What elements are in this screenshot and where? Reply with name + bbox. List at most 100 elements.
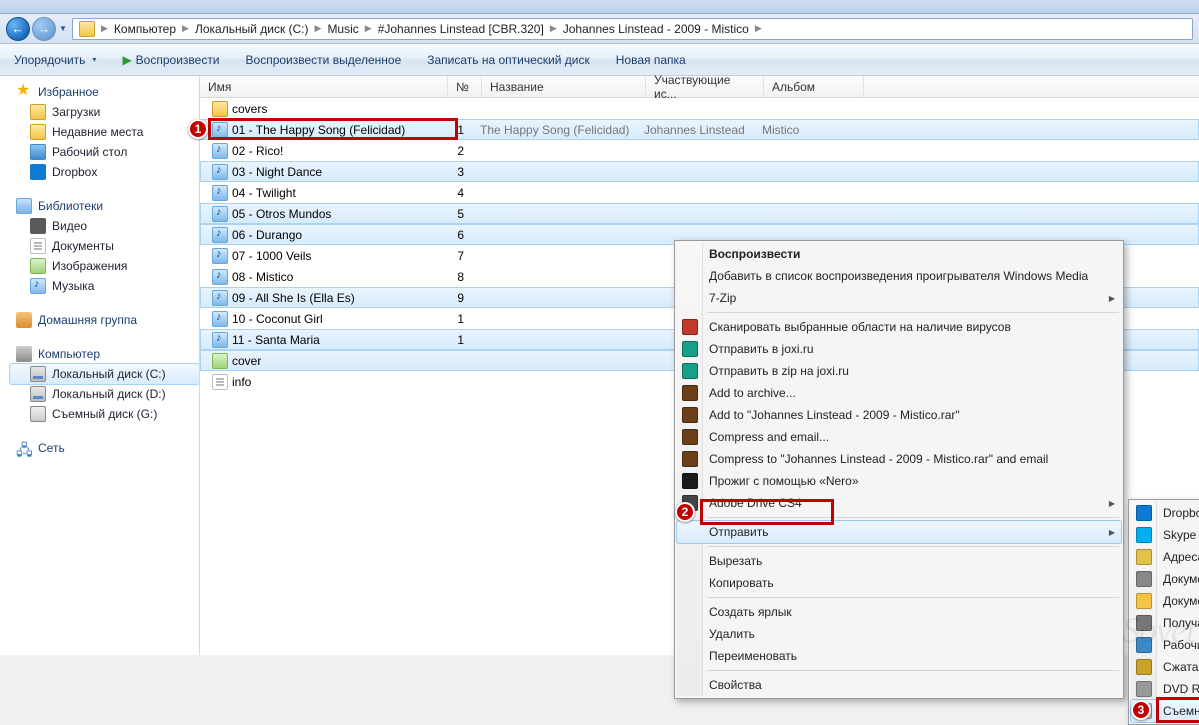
nav-dropbox[interactable]: Dropbox [10, 162, 199, 182]
breadcrumb-item[interactable]: Johannes Linstead - 2009 - Mistico [559, 19, 753, 39]
file-name: 08 - Mistico [232, 270, 293, 284]
nav-music[interactable]: Музыка [10, 276, 199, 296]
col-number[interactable]: № [448, 76, 482, 97]
nav-recent[interactable]: Недавние места [10, 122, 199, 142]
file-artist: Johannes Linstead [636, 123, 754, 137]
usb-icon [30, 406, 46, 422]
file-row[interactable]: 02 - Rico!2 [200, 140, 1199, 161]
navigation-pane[interactable]: ★Избранное Загрузки Недавние места Рабоч… [0, 76, 200, 655]
nav-pictures[interactable]: Изображения [10, 256, 199, 276]
sendto-item[interactable]: Рабочий стол (создать ярлык) [1131, 634, 1199, 656]
chevron-right-icon[interactable]: ▶ [548, 23, 559, 34]
chevron-right-icon[interactable]: ▶ [180, 23, 191, 34]
music-icon [212, 164, 228, 180]
breadcrumb-item[interactable]: Локальный диск (C:) [191, 19, 313, 39]
context-item[interactable]: Add to archive... [677, 382, 1121, 404]
context-item[interactable]: Переименовать [677, 645, 1121, 667]
col-artists[interactable]: Участвующие ис... [646, 76, 764, 97]
nav-drive-d[interactable]: Локальный диск (D:) [10, 384, 199, 404]
col-name[interactable]: Имя [200, 76, 448, 97]
context-item-label: Свойства [709, 678, 762, 692]
sendto-item[interactable]: DVD RW дисковод (E:) [1131, 678, 1199, 700]
context-menu[interactable]: ВоспроизвестиДобавить в список воспроизв… [674, 240, 1124, 699]
context-item[interactable]: Удалить [677, 623, 1121, 645]
context-item[interactable]: Compress to "Johannes Linstead - 2009 - … [677, 448, 1121, 470]
nav-drive-g[interactable]: Съемный диск (G:) [10, 404, 199, 424]
sendto-item[interactable]: Skype [1131, 524, 1199, 546]
context-item[interactable]: Сканировать выбранные области на наличие… [677, 316, 1121, 338]
back-button[interactable]: ← [6, 17, 30, 41]
organize-menu[interactable]: Упорядочить [8, 50, 102, 70]
nav-history-dropdown[interactable]: ▼ [58, 18, 68, 40]
chevron-right-icon[interactable]: ▶ [363, 23, 374, 34]
nav-videos[interactable]: Видео [10, 216, 199, 236]
nav-desktop[interactable]: Рабочий стол [10, 142, 199, 162]
burn-button[interactable]: Записать на оптический диск [421, 50, 596, 70]
new-folder-button[interactable]: Новая папка [610, 50, 692, 70]
sendto-item[interactable]: Документы на Anton2 Смартфон [1131, 568, 1199, 590]
context-item[interactable]: 7-Zip [677, 287, 1121, 309]
nav-downloads[interactable]: Загрузки [10, 102, 199, 122]
nav-libraries[interactable]: Библиотеки [8, 196, 199, 216]
nav-favorites[interactable]: ★Избранное [8, 82, 199, 102]
context-item[interactable]: Прожиг с помощью «Nero» [677, 470, 1121, 492]
sendto-item[interactable]: Получатель факса [1131, 612, 1199, 634]
forward-button[interactable]: → [32, 17, 56, 41]
context-item[interactable]: Воспроизвести [677, 243, 1121, 265]
sendto-item[interactable]: Dropbox [1131, 502, 1199, 524]
main-area: ★Избранное Загрузки Недавние места Рабоч… [0, 76, 1199, 655]
context-item[interactable]: Отправить в joxi.ru [677, 338, 1121, 360]
file-row[interactable]: 03 - Night Dance3 [200, 161, 1199, 182]
nav-drive-c[interactable]: Локальный диск (C:) [10, 364, 199, 384]
context-separator [707, 597, 1119, 598]
nav-label: Домашняя группа [38, 313, 137, 327]
nav-network[interactable]: 🖧Сеть [8, 438, 199, 458]
breadcrumb-item[interactable]: #Johannes Linstead [CBR.320] [374, 19, 548, 39]
file-name: covers [232, 102, 267, 116]
context-item-label: Вырезать [709, 554, 762, 568]
nav-homegroup[interactable]: Домашняя группа [8, 310, 199, 330]
chevron-right-icon[interactable]: ▶ [313, 23, 324, 34]
context-item[interactable]: Отправить [677, 521, 1121, 543]
context-item[interactable]: Копировать [677, 572, 1121, 594]
file-row[interactable]: 05 - Otros Mundos 5 [200, 203, 1199, 224]
file-row[interactable]: 04 - Twilight4 [200, 182, 1199, 203]
chevron-right-icon[interactable]: ▶ [753, 23, 764, 34]
col-title[interactable]: Название [482, 76, 646, 97]
play-selected-button[interactable]: Воспроизвести выделенное [240, 50, 408, 70]
context-item[interactable]: Отправить в zip на joxi.ru [677, 360, 1121, 382]
context-item[interactable]: Создать ярлык [677, 601, 1121, 623]
file-name: 03 - Night Dance [232, 165, 322, 179]
file-row[interactable]: covers [200, 98, 1199, 119]
col-album[interactable]: Альбом [764, 76, 864, 97]
text-icon [212, 374, 228, 390]
sendto-item[interactable]: Адресат [1131, 546, 1199, 568]
breadcrumb-item[interactable]: Компьютер [110, 19, 180, 39]
context-item[interactable]: Вырезать [677, 550, 1121, 572]
file-track-number: 8 [442, 270, 472, 284]
context-item[interactable]: Add to "Johannes Linstead - 2009 - Misti… [677, 404, 1121, 426]
nav-documents[interactable]: Документы [10, 236, 199, 256]
mail-icon [1136, 549, 1152, 565]
file-row[interactable]: 01 - The Happy Song (Felicidad)1The Happ… [200, 119, 1199, 140]
drive-icon [30, 366, 46, 382]
folder-icon [212, 101, 228, 117]
context-item[interactable]: Adobe Drive CS4 [677, 492, 1121, 514]
sendto-item[interactable]: Сжатая ZIP-папка [1131, 656, 1199, 678]
file-track-number: 5 [442, 207, 472, 221]
breadcrumb-item[interactable]: Music [323, 19, 362, 39]
sendto-item[interactable]: Документы [1131, 590, 1199, 612]
context-separator [707, 312, 1119, 313]
address-bar[interactable]: ▶ Компьютер ▶ Локальный диск (C:) ▶ Musi… [72, 18, 1193, 40]
play-button[interactable]: ▶ Воспроизвести [116, 50, 225, 70]
folder-icon [79, 21, 95, 37]
file-name: 05 - Otros Mundos [232, 207, 331, 221]
nav-computer[interactable]: Компьютер [8, 344, 199, 364]
blank-icon [682, 290, 698, 306]
rar-icon [682, 407, 698, 423]
context-submenu-sendto[interactable]: DropboxSkypeАдресатДокументы на Anton2 С… [1128, 499, 1199, 725]
chevron-right-icon[interactable]: ▶ [99, 23, 110, 34]
context-item[interactable]: Compress and email... [677, 426, 1121, 448]
context-item[interactable]: Добавить в список воспроизведения проигр… [677, 265, 1121, 287]
context-item[interactable]: Свойства [677, 674, 1121, 696]
